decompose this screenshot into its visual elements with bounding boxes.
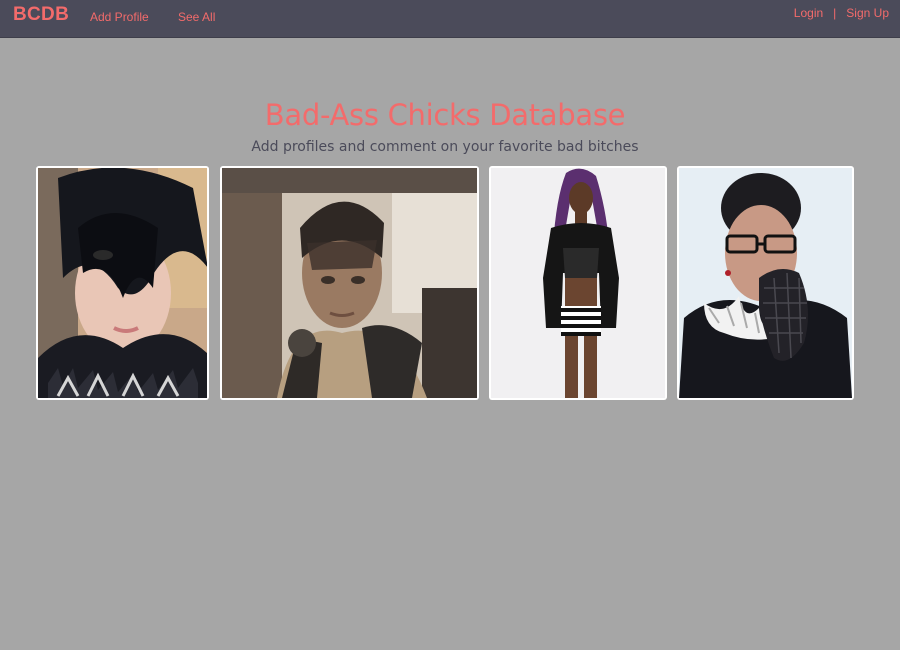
add-profile-link[interactable]: Add Profile xyxy=(90,10,149,24)
login-link[interactable]: Login xyxy=(794,6,823,20)
page-title: Bad-Ass Chicks Database xyxy=(264,98,626,132)
top-navbar: BCDB Add Profile See All Login | Sign Up xyxy=(0,0,900,38)
profile-photo xyxy=(38,168,207,398)
profile-photo xyxy=(222,168,477,398)
profile-card[interactable] xyxy=(220,166,479,400)
brand-logo-link[interactable]: BCDB xyxy=(13,4,69,26)
see-all-link[interactable]: See All xyxy=(178,10,215,24)
nav-separator: | xyxy=(833,6,837,20)
profile-photo xyxy=(679,168,852,398)
sign-up-link[interactable]: Sign Up xyxy=(846,6,889,20)
profile-card[interactable] xyxy=(36,166,209,400)
profile-photo xyxy=(491,168,665,398)
profile-card[interactable] xyxy=(489,166,667,400)
page-subtitle: Add profiles and comment on your favorit… xyxy=(251,139,639,155)
auth-links: Login | Sign Up xyxy=(794,6,889,20)
profile-card[interactable] xyxy=(677,166,854,400)
